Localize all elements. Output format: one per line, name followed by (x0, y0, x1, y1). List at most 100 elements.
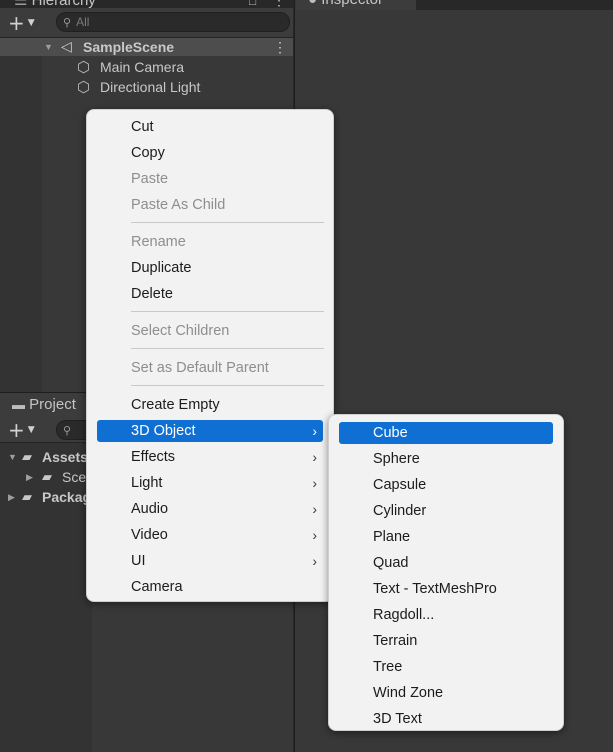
scene-menu-icon[interactable]: ⋮ (273, 39, 287, 56)
menu-label: Paste (131, 171, 169, 187)
menu-separator (131, 348, 324, 349)
expand-triangle-icon[interactable]: ▼ (44, 42, 53, 52)
menu-item-ui[interactable]: UI › (87, 550, 333, 572)
plus-icon: + (8, 418, 25, 442)
menu-item-delete[interactable]: Delete (87, 283, 333, 305)
submenu-item-cylinder[interactable]: Cylinder (329, 500, 563, 522)
info-icon: ● (308, 0, 317, 8)
menu-item-cut[interactable]: Cut (87, 116, 333, 138)
hierarchy-tab[interactable]: ☰ Hierarchy (14, 0, 96, 8)
menu-item-create-empty[interactable]: Create Empty (87, 394, 333, 416)
object-label: Directional Light (100, 79, 201, 95)
hierarchy-item-main-camera[interactable]: ⬡ Main Camera (77, 58, 184, 76)
gameobject-cube-icon: ⬡ (77, 79, 91, 96)
search-icon: ⚲ (63, 424, 72, 437)
menu-label: Delete (131, 286, 173, 302)
menu-separator (131, 311, 324, 312)
menu-label: Camera (131, 579, 183, 595)
object-label: Main Camera (100, 59, 185, 75)
scene-name: SampleScene (83, 39, 175, 55)
menu-item-paste: Paste (87, 168, 333, 190)
chevron-right-icon: › (312, 501, 317, 517)
chevron-right-icon: › (312, 527, 317, 543)
collapse-triangle-icon[interactable]: ▶ (8, 492, 22, 503)
menu-label: Wind Zone (373, 685, 444, 701)
submenu-item-quad[interactable]: Quad (329, 552, 563, 574)
menu-item-set-default-parent: Set as Default Parent (87, 357, 333, 379)
inspector-tab-label[interactable]: ● Inspector (308, 0, 383, 10)
submenu-item-ragdoll[interactable]: Ragdoll... (329, 604, 563, 626)
gameobject-cube-icon: ⬡ (77, 59, 91, 76)
menu-label: Capsule (373, 477, 427, 493)
chevron-right-icon: › (312, 475, 317, 491)
project-tree-item-assets[interactable]: ▼ ▰ Assets (8, 448, 88, 466)
menu-item-audio[interactable]: Audio › (87, 498, 333, 520)
inspector-tab-title: Inspector (321, 0, 383, 8)
menu-label: Cube (373, 425, 408, 441)
submenu-item-3d-text[interactable]: 3D Text (329, 708, 563, 730)
chevron-down-icon: ▼ (27, 18, 35, 28)
hierarchy-toolbar: + ▼ ⚲ All (0, 8, 293, 38)
menu-item-camera[interactable]: Camera (87, 576, 333, 598)
menu-label: Light (131, 475, 163, 491)
menu-separator (131, 385, 324, 386)
menu-label: Audio (131, 501, 169, 517)
menu-label: Text - TextMeshPro (373, 581, 497, 597)
menu-item-duplicate[interactable]: Duplicate (87, 257, 333, 279)
hierarchy-tab-icon: ☰ (14, 0, 27, 8)
menu-label: Terrain (373, 633, 418, 649)
menu-item-select-children: Select Children (87, 320, 333, 342)
menu-item-effects[interactable]: Effects › (87, 446, 333, 468)
menu-label: UI (131, 553, 146, 569)
menu-label: Paste As Child (131, 197, 226, 213)
expand-triangle-icon[interactable]: ▼ (8, 452, 22, 462)
menu-label: Sphere (373, 451, 420, 467)
maximize-icon[interactable]: □ (249, 0, 256, 8)
chevron-right-icon: › (312, 449, 317, 465)
folder-icon: ▰ (22, 489, 32, 504)
menu-item-paste-as-child: Paste As Child (87, 194, 333, 216)
menu-label: Select Children (131, 323, 230, 339)
hierarchy-search-input[interactable]: ⚲ All (56, 12, 290, 32)
project-tab-title: Project (29, 396, 76, 413)
menu-label: 3D Object (131, 423, 196, 439)
project-tab-label[interactable]: ▬ Project (12, 396, 76, 413)
menu-item-copy[interactable]: Copy (87, 142, 333, 164)
search-icon: ⚲ (63, 16, 72, 29)
hierarchy-gutter (0, 38, 42, 392)
menu-separator (131, 222, 324, 223)
folder-icon: ▰ (42, 469, 52, 484)
chevron-down-icon: ▼ (27, 425, 35, 435)
hierarchy-tab-title: Hierarchy (32, 0, 96, 8)
project-create-button[interactable]: + ▼ (0, 418, 36, 442)
submenu-item-capsule[interactable]: Capsule (329, 474, 563, 496)
submenu-item-plane[interactable]: Plane (329, 526, 563, 548)
menu-label: Duplicate (131, 260, 192, 276)
menu-item-light[interactable]: Light › (87, 472, 333, 494)
submenu-item-tree[interactable]: Tree (329, 656, 563, 678)
submenu-item-cube[interactable]: Cube (339, 422, 553, 444)
menu-label: Copy (131, 145, 165, 161)
chevron-right-icon: › (312, 553, 317, 569)
hierarchy-context-menu: Cut Copy Paste Paste As Child Rename Dup… (86, 109, 334, 602)
menu-label: Rename (131, 234, 186, 250)
submenu-item-wind-zone[interactable]: Wind Zone (329, 682, 563, 704)
menu-label: Cylinder (373, 503, 427, 519)
menu-label: Video (131, 527, 168, 543)
menu-item-rename: Rename (87, 231, 333, 253)
scene-row[interactable]: ▼ ◁ SampleScene ⋮ (0, 38, 293, 56)
collapse-triangle-icon[interactable]: ▶ (26, 472, 42, 483)
menu-label: Effects (131, 449, 176, 465)
menu-label: Plane (373, 529, 411, 545)
folder-icon: ▬ (12, 397, 25, 412)
submenu-item-text-textmeshpro[interactable]: Text - TextMeshPro (329, 578, 563, 600)
hierarchy-item-directional-light[interactable]: ⬡ Directional Light (77, 78, 200, 96)
menu-item-video[interactable]: Video › (87, 524, 333, 546)
create-button[interactable]: + ▼ (0, 11, 36, 35)
menu-label: Create Empty (131, 397, 220, 413)
menu-item-3d-object[interactable]: 3D Object › (97, 420, 323, 442)
plus-icon: + (8, 11, 25, 35)
submenu-item-sphere[interactable]: Sphere (329, 448, 563, 470)
menu-label: Tree (373, 659, 403, 675)
submenu-item-terrain[interactable]: Terrain (329, 630, 563, 652)
